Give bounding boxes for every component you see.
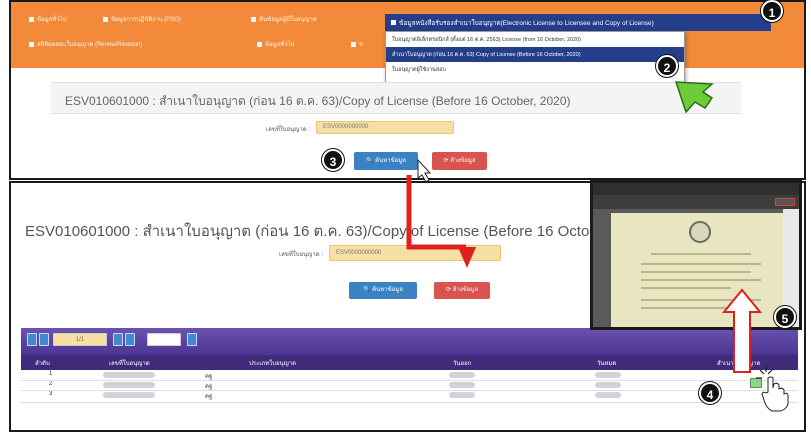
top-screenshot-panel: ข้อมูลทั่วไป ข้อมูลการปฏิบัติงาน (PSO) ค… — [9, 0, 806, 180]
doc-text-line — [641, 279, 761, 281]
first-page-button[interactable] — [27, 333, 37, 346]
col-license-type: ประเภทใบอนุญาต — [249, 361, 297, 367]
view-license-copy-button[interactable] — [750, 378, 762, 388]
nav-item-general[interactable]: ข้อมูลทั่วไป — [29, 14, 67, 24]
blurred-license-no — [103, 372, 155, 378]
page-indicator[interactable]: 1/1 — [53, 333, 107, 346]
next-page-button[interactable] — [113, 333, 123, 346]
step-badge-5: 5 — [774, 306, 796, 328]
clear-button[interactable]: ⟳ ล้างข้อมูล — [432, 152, 487, 170]
page-header: ESV010601000 : สำเนาใบอนุญาต (ก่อน 16 ต.… — [51, 82, 741, 114]
doc-text-line — [651, 253, 751, 255]
table-header: ลำดับ เลขที่ใบอนุญาต ประเภทใบอนุญาต วันอ… — [21, 355, 798, 370]
nav-item-license-search[interactable]: ค้นข้อมูลผู้มีใบอนุญาต — [251, 14, 317, 24]
license-document-image — [611, 213, 791, 327]
blurred-issue-date — [449, 392, 475, 398]
doc-text-line — [641, 263, 761, 265]
dropdown-item-user-license[interactable]: ใบอนุญาตผู้ใช้งานสอบ — [386, 62, 684, 77]
blurred-license-no — [103, 382, 155, 388]
dropdown-item-electronic-license[interactable]: ใบอนุญาตอิเล็กทรอนิกส์ (ตั้งแต่ 16 ต.ค. … — [386, 32, 684, 47]
license-number-label: เลขที่ใบอนุญาต : — [266, 127, 310, 133]
doc-text-line — [641, 287, 731, 289]
table-row: 2 คฐ — [21, 380, 798, 390]
license-number-input[interactable]: ESV0000000000 — [329, 245, 501, 261]
step-badge-3: 3 — [322, 149, 344, 171]
dropdown-item-copy-of-license[interactable]: สำเนาใบอนุญาต (ก่อน 16 ต.ค. 63) Copy of … — [386, 47, 684, 62]
step-badge-2: 2 — [656, 55, 678, 77]
table-body: 1 คฐ 2 คฐ 3 คฐ — [21, 370, 798, 402]
cell-no: 2 — [49, 381, 53, 387]
license-number-label: เลขที่ใบอนุญาต : — [279, 252, 323, 258]
license-viewer-preview — [590, 180, 802, 330]
page-title: ESV010601000 : สำเนาใบอนุญาต (ก่อน 16 ต.… — [65, 94, 571, 108]
step-badge-1: 1 — [761, 0, 783, 22]
doc-text-line — [641, 271, 751, 273]
table-row: 3 คฐ — [21, 390, 798, 400]
viewer-toolbar — [593, 195, 799, 209]
go-page-button[interactable] — [187, 333, 197, 346]
blurred-expire-date — [595, 392, 621, 398]
doc-text-line — [641, 307, 741, 309]
search-button[interactable]: 🔍 ค้นหาข้อมูล — [354, 152, 418, 170]
row-divider — [21, 402, 798, 403]
col-no: ลำดับ — [35, 361, 50, 367]
cell-no: 3 — [49, 391, 53, 397]
search-button[interactable]: 🔍 ค้นหาข้อมูล — [349, 282, 417, 299]
page-title: ESV010601000 : สำเนาใบอนุญาต (ก่อน 16 ต.… — [25, 223, 657, 240]
blurred-issue-date — [449, 382, 475, 388]
blurred-license-no — [103, 392, 155, 398]
cell-type: คฐ — [205, 394, 213, 400]
last-page-button[interactable] — [125, 333, 135, 346]
col-expire-date: วันหมด — [597, 361, 617, 367]
seal-emblem-icon — [689, 221, 711, 243]
nav-item-info[interactable]: ข้อมูลทั่วไป — [257, 39, 295, 49]
cell-no: 1 — [49, 371, 53, 377]
nav-item-more[interactable]: ข — [351, 39, 363, 49]
row-divider — [21, 390, 798, 391]
step-badge-4: 4 — [699, 382, 721, 404]
viewer-titlebar — [593, 183, 799, 195]
col-license-copy: สำเนาใบอนุญาต — [717, 361, 761, 367]
row-divider — [21, 380, 798, 381]
prev-page-button[interactable] — [39, 333, 49, 346]
table-row: 1 คฐ — [21, 370, 798, 380]
nav-item-pso[interactable]: ข้อมูลการปฏิบัติงาน (PSO) — [103, 14, 181, 24]
nav-item-exam-stats[interactable]: สถิติผลสอบใบอนุญาต (Renew/Revision) — [29, 39, 142, 49]
clear-button[interactable]: ⟳ ล้างข้อมูล — [434, 282, 490, 299]
blurred-issue-date — [449, 372, 475, 378]
blurred-expire-date — [595, 382, 621, 388]
blurred-expire-date — [595, 372, 621, 378]
viewer-close-button[interactable] — [775, 198, 795, 206]
doc-text-line — [641, 299, 761, 301]
license-number-input[interactable]: ESV0000000000 — [316, 121, 454, 134]
page-size-input[interactable] — [147, 333, 181, 346]
col-license-no: เลขที่ใบอนุญาต — [109, 361, 150, 367]
nav-license-copy-menu[interactable]: ข้อมูลหนังสือรับรองสำเนาใบอนุญาต(Electro… — [385, 14, 771, 31]
col-issue-date: วันออก — [453, 361, 472, 367]
pager-bar: 1/1 — [21, 328, 798, 355]
